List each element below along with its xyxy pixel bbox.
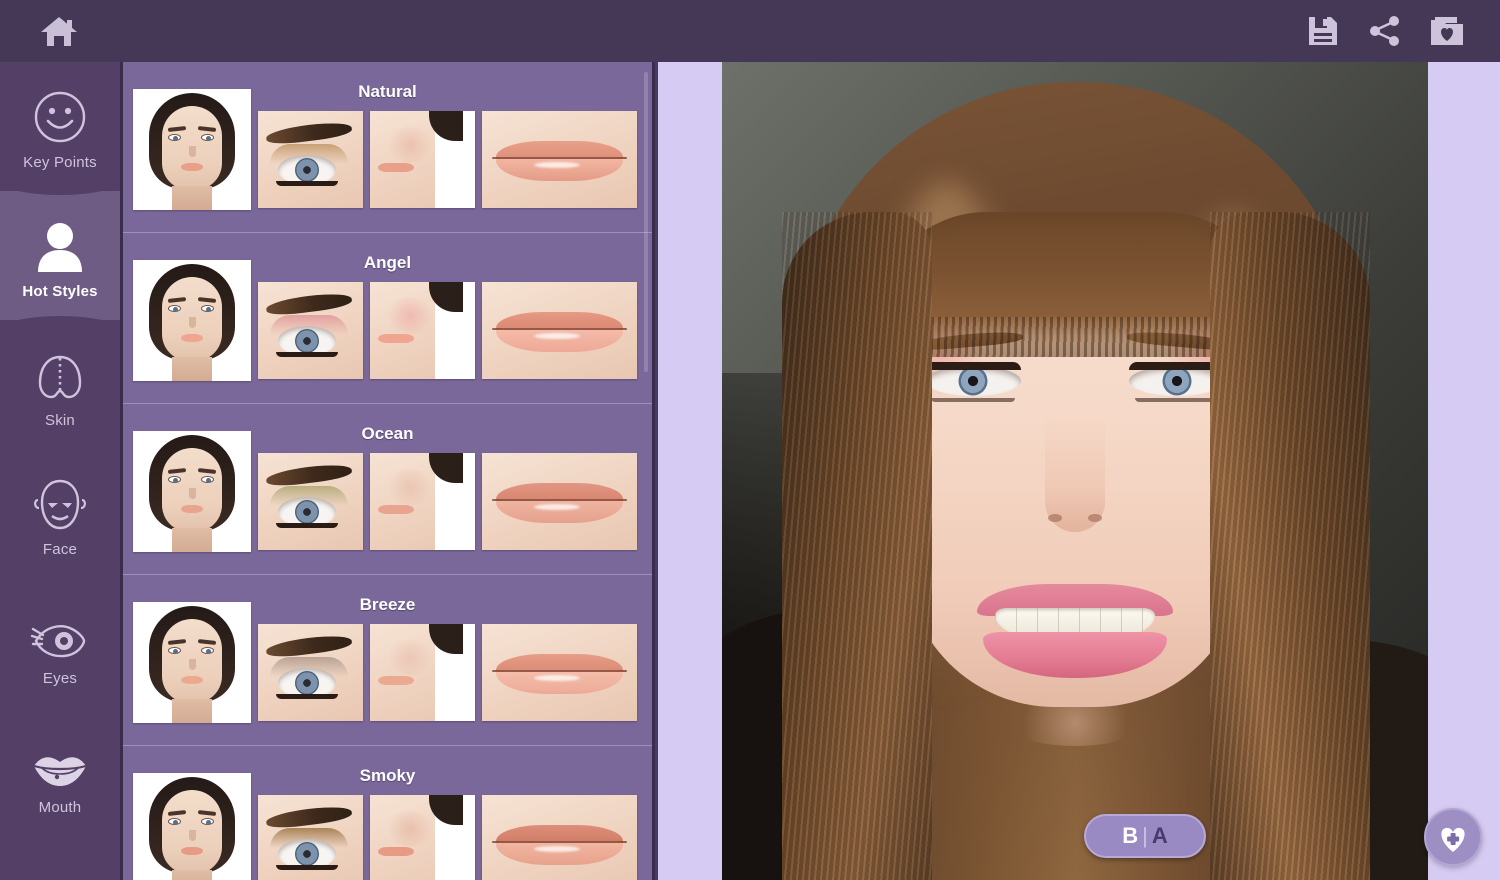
eye-left — [925, 362, 1021, 402]
smiley-face-icon — [32, 83, 88, 145]
sidebar-item-eyes[interactable]: Eyes — [0, 578, 120, 707]
sidebar-item-label: Eyes — [42, 669, 78, 687]
style-thumbnails — [133, 260, 644, 381]
sidebar-item-mouth[interactable]: Mouth — [0, 707, 120, 836]
photo-preview-area: B | A — [658, 62, 1500, 880]
folder-heart-icon — [1431, 17, 1463, 45]
before-after-separator: | — [1142, 823, 1148, 848]
style-thumbnails — [133, 602, 644, 723]
hair-front-left — [782, 212, 932, 880]
nostril-right — [1088, 514, 1102, 522]
thumbnail-eye-closeup[interactable] — [258, 111, 363, 208]
style-row[interactable]: Natural — [123, 62, 652, 233]
thumbnail-eye-closeup[interactable] — [258, 795, 363, 880]
thumbnail-lips-closeup[interactable] — [482, 795, 637, 880]
thumbnail-lips-closeup[interactable] — [482, 282, 637, 379]
sidebar-item-label: Mouth — [38, 798, 82, 816]
before-after-toggle[interactable]: B | A — [1084, 814, 1206, 858]
lips-icon — [30, 728, 90, 790]
portrait-photo[interactable]: B | A — [722, 62, 1428, 880]
thumbnail-full-face[interactable] — [133, 260, 251, 381]
sidebar-item-key-points[interactable]: Key Points — [0, 62, 120, 191]
thumbnail-cheek-profile[interactable] — [370, 795, 475, 880]
style-list-scrollbar[interactable] — [644, 72, 648, 372]
head-skin-icon — [32, 341, 88, 403]
mouth — [977, 584, 1173, 682]
style-row[interactable]: Ocean — [123, 404, 652, 575]
home-icon — [41, 17, 77, 46]
sidebar-item-hot-styles[interactable]: Hot Styles — [0, 181, 120, 330]
chin-highlight — [1005, 700, 1145, 746]
style-list-panel[interactable]: Natural Angel Ocean Breeze Smoky — [120, 62, 655, 880]
style-row[interactable]: Angel — [123, 233, 652, 404]
sidebar-item-label: Hot Styles — [22, 282, 98, 300]
sidebar-item-face[interactable]: Face — [0, 449, 120, 578]
style-row[interactable]: Breeze — [123, 575, 652, 746]
add-favorite-button[interactable] — [1424, 808, 1482, 866]
top-toolbar — [0, 0, 1500, 62]
sidebar-item-label: Key Points — [23, 153, 97, 171]
style-thumbnails — [133, 431, 644, 552]
person-icon — [32, 212, 88, 274]
thumbnail-cheek-profile[interactable] — [370, 624, 475, 721]
app-root: Key Points Hot Styles Skin Face Eyes Mou… — [0, 0, 1500, 880]
after-label: A — [1151, 823, 1168, 848]
home-button[interactable] — [30, 8, 88, 54]
heart-plus-icon — [1441, 827, 1465, 852]
nostril-left — [1048, 514, 1062, 522]
style-row[interactable]: Smoky — [123, 746, 652, 880]
sidebar-item-label: Face — [42, 540, 78, 558]
thumbnail-lips-closeup[interactable] — [482, 111, 637, 208]
face-outline-icon — [32, 470, 88, 532]
thumbnail-eye-closeup[interactable] — [258, 282, 363, 379]
thumbnail-full-face[interactable] — [133, 773, 251, 880]
thumbnail-cheek-profile[interactable] — [370, 111, 475, 208]
share-icon — [1370, 16, 1399, 46]
save-icon — [1309, 17, 1337, 45]
sidebar: Key Points Hot Styles Skin Face Eyes Mou… — [0, 62, 120, 880]
thumbnail-full-face[interactable] — [133, 602, 251, 723]
sidebar-item-label: Skin — [45, 411, 75, 429]
thumbnail-lips-closeup[interactable] — [482, 453, 637, 550]
thumbnail-cheek-profile[interactable] — [370, 453, 475, 550]
save-button[interactable] — [1292, 7, 1354, 55]
share-button[interactable] — [1354, 7, 1416, 55]
before-label: B — [1122, 823, 1139, 848]
thumbnail-lips-closeup[interactable] — [482, 624, 637, 721]
style-thumbnails — [133, 89, 644, 210]
thumbnail-eye-closeup[interactable] — [258, 624, 363, 721]
thumbnail-cheek-profile[interactable] — [370, 282, 475, 379]
gallery-button[interactable] — [1416, 7, 1478, 55]
thumbnail-full-face[interactable] — [133, 89, 251, 210]
thumbnail-full-face[interactable] — [133, 431, 251, 552]
thumbnail-eye-closeup[interactable] — [258, 453, 363, 550]
eye-icon — [30, 599, 90, 661]
hair-front-right — [1210, 212, 1370, 880]
style-thumbnails — [133, 773, 644, 880]
sidebar-item-skin[interactable]: Skin — [0, 320, 120, 449]
